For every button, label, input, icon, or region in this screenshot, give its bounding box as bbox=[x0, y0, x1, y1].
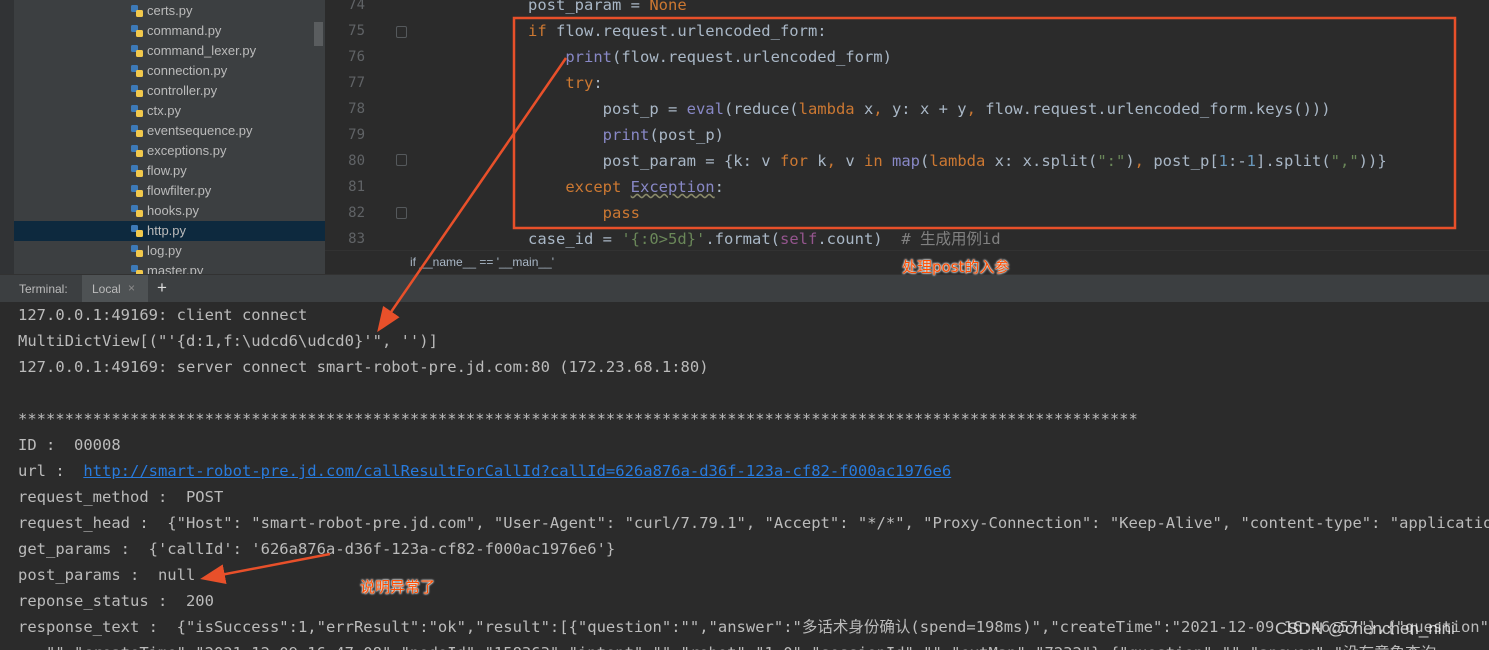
code-line: post_param = {k: v for k, v in map(lambd… bbox=[528, 152, 1387, 170]
file-name: command.py bbox=[147, 23, 222, 38]
file-item[interactable]: flow.py bbox=[14, 161, 325, 181]
python-file-icon bbox=[131, 205, 143, 217]
file-name: controller.py bbox=[147, 83, 218, 98]
terminal-line: get_params : {'callId': '626a876a-d36f-1… bbox=[18, 540, 616, 558]
file-name: log.py bbox=[147, 243, 182, 258]
terminal-line: request_head : {"Host": "smart-robot-pre… bbox=[18, 514, 1489, 532]
file-item[interactable]: log.py bbox=[14, 241, 325, 261]
terminal-line: post_params : null bbox=[18, 566, 196, 584]
file-item[interactable]: exceptions.py bbox=[14, 141, 325, 161]
code-line: post_p = eval(reduce(lambda x, y: x + y,… bbox=[528, 100, 1331, 118]
file-item[interactable]: ctx.py bbox=[14, 101, 325, 121]
file-item[interactable]: master.py bbox=[14, 261, 325, 274]
file-item[interactable]: controller.py bbox=[14, 81, 325, 101]
terminal-line: ****************************************… bbox=[18, 410, 1138, 428]
python-file-icon bbox=[131, 45, 143, 57]
terminal-output[interactable]: 127.0.0.1:49169: client connect MultiDic… bbox=[0, 302, 1489, 650]
code-line: pass bbox=[602, 204, 640, 222]
python-file-icon bbox=[131, 25, 143, 37]
fold-marker-icon[interactable] bbox=[396, 207, 407, 219]
file-name: flowfilter.py bbox=[147, 183, 212, 198]
file-name: ctx.py bbox=[147, 103, 181, 118]
terminal-line: response_text : {"isSuccess":1,"errResul… bbox=[18, 618, 1489, 636]
line-number: 76 bbox=[348, 49, 365, 65]
code-line: if flow.request.urlencoded_form: bbox=[528, 22, 827, 40]
file-name: certs.py bbox=[147, 3, 193, 18]
file-name: http.py bbox=[147, 223, 187, 238]
python-file-icon bbox=[131, 185, 143, 197]
code-line: case_id = '{:0>5d}'.format(self.count) #… bbox=[528, 230, 1001, 248]
python-file-icon bbox=[131, 125, 143, 137]
line-number: 75 bbox=[348, 23, 365, 39]
code-editor[interactable]: 74 75 76 77 78 79 80 81 82 83 post_param… bbox=[325, 0, 1489, 274]
terminal-line: reponse_status : 200 bbox=[18, 592, 214, 610]
python-file-icon bbox=[131, 65, 143, 77]
file-name: master.py bbox=[147, 263, 204, 274]
breadcrumb-label: if __name__ == '__main__' bbox=[410, 255, 555, 269]
terminal-line: ID : 00008 bbox=[18, 436, 121, 454]
python-file-icon bbox=[131, 245, 143, 257]
file-item[interactable]: http.py bbox=[14, 221, 325, 241]
tree-scrollbar[interactable] bbox=[314, 22, 323, 46]
line-number: 81 bbox=[348, 179, 365, 195]
python-file-icon bbox=[131, 85, 143, 97]
python-file-icon bbox=[131, 105, 143, 117]
terminal-line: 127.0.0.1:49169: server connect smart-ro… bbox=[18, 358, 709, 376]
file-name: eventsequence.py bbox=[147, 123, 253, 138]
terminal-line: ..."","createTime":"2021-12-09 16:47:08"… bbox=[18, 640, 1436, 650]
python-file-icon bbox=[131, 5, 143, 17]
python-file-icon bbox=[131, 145, 143, 157]
file-item[interactable]: flowfilter.py bbox=[14, 181, 325, 201]
file-name: connection.py bbox=[147, 63, 228, 78]
code-line: except Exception: bbox=[565, 178, 724, 196]
terminal-title: Terminal: bbox=[19, 282, 68, 296]
code-line: post_param = None bbox=[528, 0, 687, 14]
file-item[interactable]: command.py bbox=[14, 21, 325, 41]
fold-marker-icon[interactable] bbox=[396, 26, 407, 38]
file-item[interactable]: hooks.py bbox=[14, 201, 325, 221]
watermark: CSDN @chenchen_nini bbox=[1275, 619, 1455, 638]
tab-local[interactable]: Local × bbox=[82, 275, 148, 302]
file-name: hooks.py bbox=[147, 203, 200, 218]
line-number: 79 bbox=[348, 127, 365, 143]
url-label: url : bbox=[18, 462, 84, 480]
file-name: flow.py bbox=[147, 163, 187, 178]
file-name: exceptions.py bbox=[147, 143, 227, 158]
annotation-note: 说明异常了 bbox=[360, 578, 436, 596]
file-item[interactable]: certs.py bbox=[14, 1, 325, 21]
url-link[interactable]: http://smart-robot-pre.jd.com/callResult… bbox=[83, 462, 951, 480]
line-number: 74 bbox=[348, 0, 365, 13]
terminal-line: request_method : POST bbox=[18, 488, 224, 506]
tab-local-label: Local bbox=[92, 282, 121, 296]
python-file-icon bbox=[131, 265, 143, 274]
line-number: 78 bbox=[348, 101, 365, 117]
project-tree: certs.py command.py command_lexer.pyconnec… bbox=[0, 0, 325, 274]
line-number: 77 bbox=[348, 75, 365, 91]
terminal-line-url: url : http://smart-robot-pre.jd.com/call… bbox=[18, 458, 951, 484]
code-line: try: bbox=[565, 74, 603, 92]
python-file-icon bbox=[131, 225, 143, 237]
line-number: 82 bbox=[348, 205, 365, 221]
annotation-note: 处理post的入参 bbox=[902, 258, 1010, 276]
terminal-line: MultiDictView[("'{d:1,f:\udcd6\udcd0}'",… bbox=[18, 332, 438, 350]
terminal-tab-bar: Terminal: Local × + bbox=[0, 274, 1489, 303]
file-item[interactable]: command_lexer.py bbox=[14, 41, 325, 61]
code-line: print(flow.request.urlencoded_form) bbox=[565, 48, 892, 66]
file-name: command_lexer.py bbox=[147, 43, 257, 58]
python-file-icon bbox=[131, 165, 143, 177]
line-number: 83 bbox=[348, 231, 365, 247]
code-line: print(post_p) bbox=[602, 126, 724, 144]
tree-gutter bbox=[0, 0, 14, 274]
file-item[interactable]: connection.py bbox=[14, 61, 325, 81]
add-tab-icon[interactable]: + bbox=[157, 278, 167, 298]
close-icon[interactable]: × bbox=[128, 281, 135, 295]
file-item[interactable]: eventsequence.py bbox=[14, 121, 325, 141]
fold-marker-icon[interactable] bbox=[396, 154, 407, 166]
terminal-line: 127.0.0.1:49169: client connect bbox=[18, 306, 308, 324]
line-number: 80 bbox=[348, 153, 365, 169]
